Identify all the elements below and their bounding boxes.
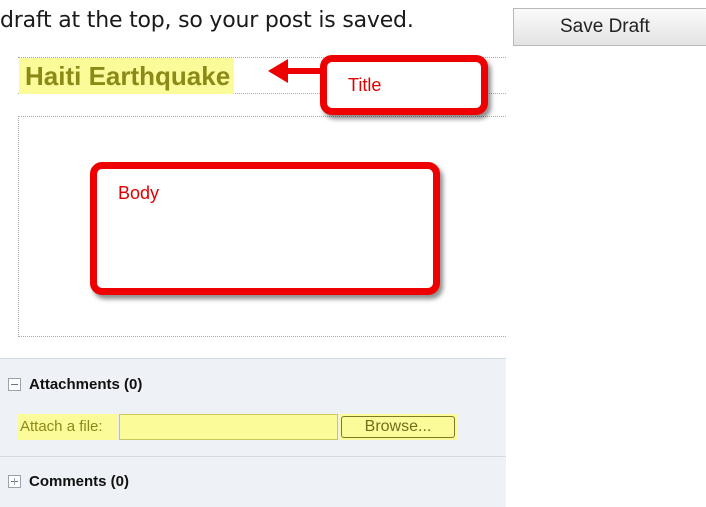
instruction-text: draft at the top, so your post is saved. bbox=[0, 8, 414, 33]
title-callout-label: Title bbox=[348, 75, 382, 95]
expand-icon[interactable] bbox=[8, 475, 21, 488]
attachments-header[interactable]: Attachments (0) bbox=[8, 376, 142, 393]
attach-file-label: Attach a file: bbox=[18, 414, 118, 440]
attachments-title: Attachments (0) bbox=[29, 376, 143, 393]
browse-button-wrapper: Browse... bbox=[339, 414, 457, 440]
browse-button[interactable]: Browse... bbox=[341, 416, 455, 438]
section-divider bbox=[0, 456, 506, 457]
post-title[interactable]: Haiti Earthquake bbox=[19, 58, 235, 94]
save-draft-button[interactable]: Save Draft bbox=[513, 8, 706, 46]
body-callout-label: Body bbox=[118, 183, 160, 203]
body-callout: Body bbox=[90, 162, 440, 295]
comments-header[interactable]: Comments (0) bbox=[8, 473, 129, 490]
title-callout: Title bbox=[320, 55, 488, 115]
collapse-icon[interactable] bbox=[8, 378, 21, 391]
arrow-icon bbox=[268, 59, 324, 83]
file-path-input[interactable] bbox=[119, 414, 338, 440]
comments-title: Comments (0) bbox=[29, 473, 130, 490]
